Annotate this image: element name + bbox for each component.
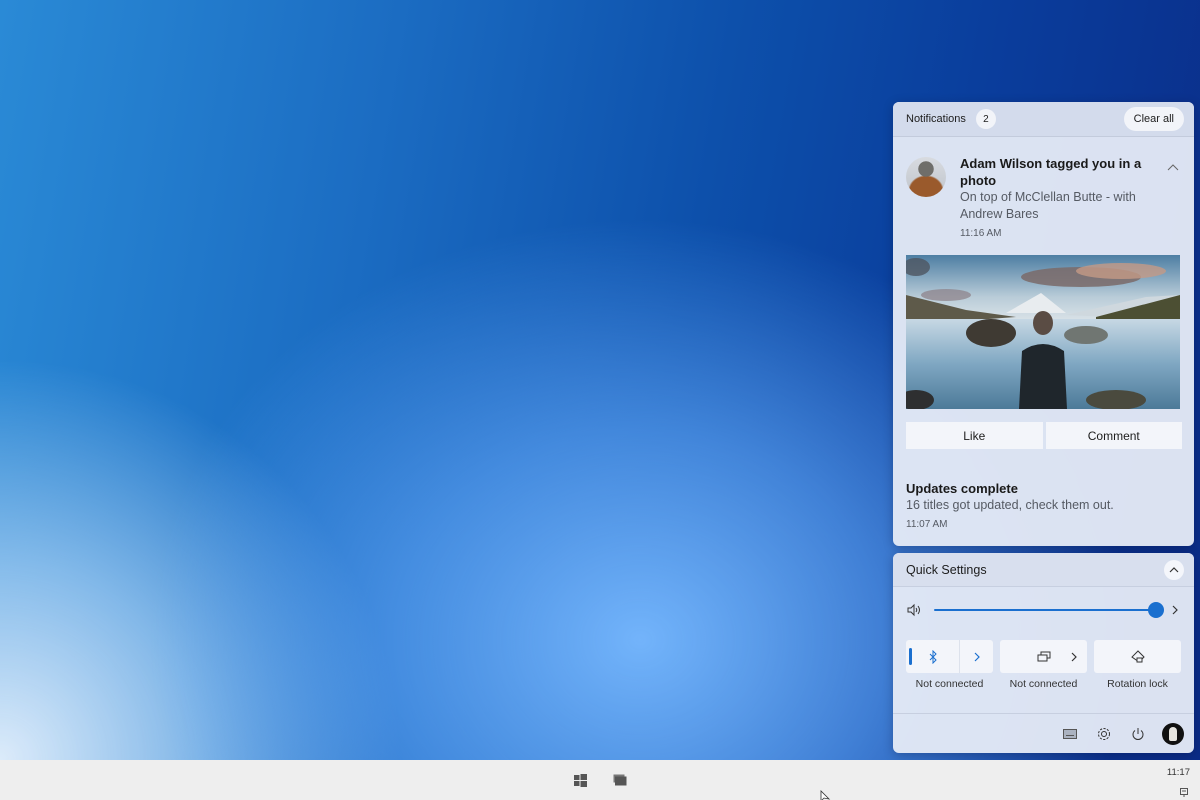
like-button[interactable]: Like	[906, 422, 1043, 449]
project-toggle[interactable]	[1000, 640, 1087, 673]
notification-time: 11:16 AM	[960, 228, 1002, 239]
volume-slider-track	[934, 609, 1156, 611]
notification-time: 11:07 AM	[906, 519, 948, 530]
project-display-icon	[1037, 651, 1050, 661]
comment-button[interactable]: Comment	[1045, 422, 1182, 449]
sender-avatar	[906, 157, 946, 197]
active-indicator	[909, 648, 912, 665]
power-icon[interactable]	[1128, 724, 1148, 744]
volume-slider[interactable]	[934, 602, 1164, 618]
chevron-right-icon[interactable]	[1170, 604, 1180, 616]
bluetooth-icon	[929, 649, 937, 664]
notifications-header: Notifications 2 Clear all	[893, 102, 1194, 137]
tile-label: Not connected	[915, 678, 984, 690]
collapse-chevron-icon[interactable]	[1166, 161, 1180, 175]
notification-body: On top of McClellan Butte - with Andrew …	[960, 190, 1136, 221]
settings-icon[interactable]	[1094, 724, 1114, 744]
rotation-lock-toggle[interactable]	[1094, 640, 1181, 673]
rotation-lock-tile: Rotation lock	[1094, 640, 1181, 690]
quick-settings-footer	[893, 713, 1194, 753]
volume-row	[893, 587, 1194, 633]
chevron-right-icon[interactable]	[1069, 651, 1079, 663]
bluetooth-tile: Not connected	[906, 640, 993, 690]
quick-settings-collapse-button[interactable]	[1164, 559, 1184, 580]
mouse-cursor-icon	[820, 790, 831, 800]
notification-item[interactable]: Updates complete 16 titles got updated, …	[893, 449, 1194, 530]
quick-settings-panel: Quick Settings Not connected Not connect…	[893, 553, 1194, 753]
windows-start-icon[interactable]	[570, 770, 590, 790]
notification-center-icon[interactable]	[1180, 784, 1188, 800]
volume-slider-thumb[interactable]	[1148, 602, 1164, 618]
user-avatar[interactable]	[1162, 722, 1184, 745]
clear-all-button[interactable]: Clear all	[1123, 107, 1184, 131]
notification-title: Adam Wilson tagged you in a photo	[960, 156, 1142, 188]
bluetooth-expand-button[interactable]	[959, 640, 993, 673]
notification-title: Updates complete	[906, 481, 1018, 496]
notification-count-badge: 2	[975, 109, 996, 129]
tile-label: Rotation lock	[1107, 678, 1168, 690]
notification-body: 16 titles got updated, check them out.	[906, 498, 1114, 512]
rotation-lock-icon	[1130, 649, 1145, 663]
notification-item[interactable]: Adam Wilson tagged you in a photo On top…	[893, 137, 1194, 449]
mountain-lake-image	[906, 255, 1180, 409]
project-tile: Not connected	[1000, 640, 1087, 690]
notifications-title: Notifications	[906, 113, 966, 125]
quick-settings-header: Quick Settings	[893, 553, 1194, 587]
volume-icon[interactable]	[906, 603, 922, 617]
keyboard-icon[interactable]	[1060, 724, 1080, 744]
chevron-right-icon	[974, 652, 980, 661]
tile-label: Not connected	[1009, 678, 1078, 690]
quick-settings-title: Quick Settings	[906, 562, 987, 577]
taskbar-clock[interactable]: 11:17	[1167, 767, 1190, 778]
chevron-up-icon	[1169, 566, 1179, 572]
notifications-panel: Notifications 2 Clear all Adam Wilson ta…	[893, 102, 1194, 546]
taskbar: 11:17	[0, 760, 1200, 800]
task-view-icon[interactable]	[610, 770, 630, 790]
notification-photo[interactable]	[906, 255, 1180, 409]
bluetooth-toggle[interactable]	[906, 640, 959, 673]
